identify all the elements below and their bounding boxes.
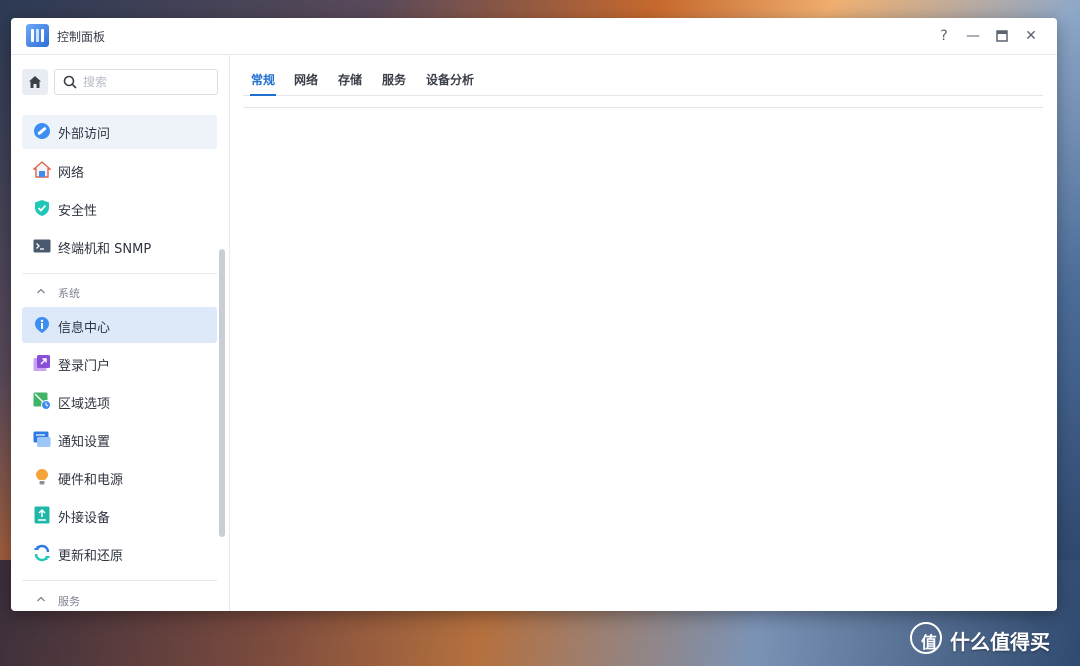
minimize-button[interactable]: — [963,26,983,46]
sidebar-item-label: 硬件和电源 [58,473,124,488]
external-devices-icon [34,506,50,524]
search-icon [63,75,77,89]
search-input[interactable] [83,73,211,91]
active-tab-indicator [250,94,276,96]
section-header-services[interactable]: 服务 [22,590,217,610]
sidebar-item-security[interactable]: 安全性 [22,190,217,226]
tab-bar: 常规 网络 存储 服务 设备分析 [243,67,1043,97]
security-shield-icon [35,200,49,216]
tab-device-analysis[interactable]: 设备分析 [426,71,474,88]
sidebar-item-label: 外接设备 [58,511,111,526]
maximize-button[interactable] [992,26,1012,46]
sidebar-item-hardware-power[interactable]: 硬件和电源 [22,459,217,495]
network-icon [33,161,51,178]
sidebar-item-label: 信息中心 [58,321,111,336]
tab-general[interactable]: 常规 [251,71,275,88]
sidebar-item-regional-options[interactable]: 区域选项 [22,383,217,419]
sidebar-divider [22,273,217,274]
home-button[interactable] [22,69,48,95]
search-field[interactable] [54,69,218,95]
close-button[interactable]: ✕ [1021,26,1041,46]
sidebar-item-label: 终端机和 SNMP [58,242,152,257]
sidebar-item-label: 登录门户 [58,359,111,374]
home-icon [29,76,41,88]
sidebar-item-label: 区域选项 [58,397,111,412]
update-restore-icon [34,544,50,562]
watermark-logo: 值 [910,622,942,654]
sidebar-item-login-portal[interactable]: 登录门户 [22,345,217,381]
chevron-up-icon [37,596,45,602]
section-label: 系统 [58,287,80,300]
watermark-text: 什么值得买 [950,630,1050,654]
sidebar-item-info-center[interactable]: 信息中心 [22,307,217,343]
hardware-power-icon [36,469,48,485]
tab-bar-border [243,95,1043,96]
section-header-system[interactable]: 系统 [22,282,217,302]
sidebar-item-label: 更新和还原 [58,549,124,564]
chevron-up-icon [37,288,45,294]
sidebar: 外部访问 网络 安全性 终端机和 SNMP [11,55,230,611]
tab-services[interactable]: 服务 [382,71,406,88]
sidebar-item-notification[interactable]: 通知设置 [22,421,217,457]
control-panel-app-icon [26,24,49,47]
sidebar-item-update-restore[interactable]: 更新和还原 [22,535,217,571]
regional-options-icon [33,392,51,410]
tab-network[interactable]: 网络 [294,71,318,88]
sidebar-item-label: 通知设置 [58,435,111,450]
main-content: 常规 网络 存储 服务 设备分析 [230,55,1057,611]
sidebar-item-terminal-snmp[interactable]: 终端机和 SNMP [22,228,217,264]
sidebar-item-label: 外部访问 [58,127,111,142]
window-title: 控制面板 [57,30,106,44]
sidebar-scrollbar[interactable] [219,249,225,537]
tab-storage[interactable]: 存储 [338,71,362,88]
sidebar-item-external-devices[interactable]: 外接设备 [22,497,217,533]
control-panel-window: 控制面板 ? — ✕ 搜索 外部访问 网络 安全性 终端机和 SNMP 系统 信… [11,18,1057,611]
section-label: 服务 [58,595,80,608]
sidebar-item-label: 网络 [58,166,85,181]
watermark: 值 什么值得买 [910,620,1080,660]
terminal-icon [33,239,51,253]
sidebar-item-network[interactable]: 网络 [22,152,217,188]
notification-icon [33,431,51,447]
info-center-icon [35,317,49,333]
content-divider [243,107,1043,108]
help-button[interactable]: ? [934,26,954,46]
login-portal-icon [33,355,50,371]
title-bar: 控制面板 ? — ✕ [11,18,1057,55]
sidebar-item-label: 安全性 [58,204,98,219]
external-access-icon [34,123,50,139]
sidebar-item-external-access[interactable]: 外部访问 [22,115,217,149]
sidebar-divider [22,580,217,581]
maximize-icon [996,30,1008,42]
